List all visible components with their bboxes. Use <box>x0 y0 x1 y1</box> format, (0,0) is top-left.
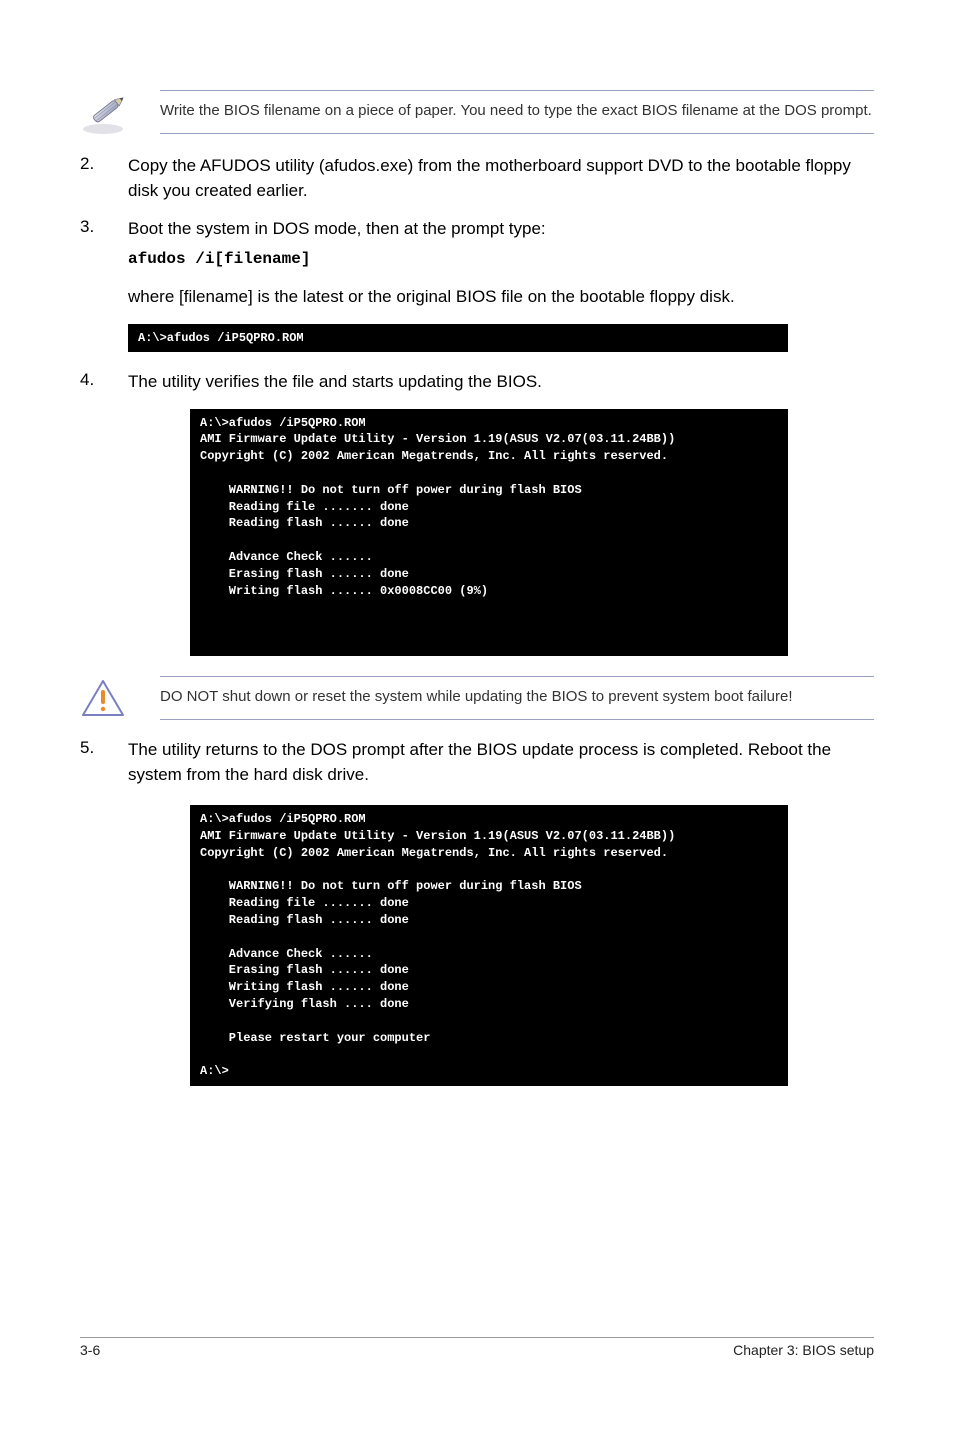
page-footer: 3-6 Chapter 3: BIOS setup <box>80 1337 874 1358</box>
step-3-text: Boot the system in DOS mode, then at the… <box>128 219 546 238</box>
note-pencil: Write the BIOS filename on a piece of pa… <box>80 90 874 136</box>
step-4-text: The utility verifies the file and starts… <box>128 370 874 395</box>
step-2-text: Copy the AFUDOS utility (afudos.exe) fro… <box>128 154 874 203</box>
note-pencil-text: Write the BIOS filename on a piece of pa… <box>160 90 874 134</box>
footer-page-number: 3-6 <box>80 1342 100 1358</box>
terminal-output-3: A:\>afudos /iP5QPRO.ROM AMI Firmware Upd… <box>190 805 788 1086</box>
step-3-after: where [filename] is the latest or the or… <box>128 285 874 310</box>
footer-chapter: Chapter 3: BIOS setup <box>733 1342 874 1358</box>
step-4-number: 4. <box>80 370 128 395</box>
terminal-output-2: A:\>afudos /iP5QPRO.ROM AMI Firmware Upd… <box>190 409 788 656</box>
step-2: 2. Copy the AFUDOS utility (afudos.exe) … <box>80 154 874 203</box>
step-5-number: 5. <box>80 738 128 787</box>
step-5-text: The utility returns to the DOS prompt af… <box>128 738 874 787</box>
step-2-number: 2. <box>80 154 128 203</box>
pencil-icon <box>80 90 160 136</box>
note-warning-text: DO NOT shut down or reset the system whi… <box>160 676 874 720</box>
note-warning: DO NOT shut down or reset the system whi… <box>80 676 874 720</box>
step-4: 4. The utility verifies the file and sta… <box>80 370 874 395</box>
step-3: 3. Boot the system in DOS mode, then at … <box>80 217 874 271</box>
step-3-command: afudos /i[filename] <box>128 248 874 271</box>
terminal-output-1: A:\>afudos /iP5QPRO.ROM <box>128 324 788 352</box>
step-3-number: 3. <box>80 217 128 271</box>
step-5: 5. The utility returns to the DOS prompt… <box>80 738 874 787</box>
warning-icon <box>80 676 160 720</box>
